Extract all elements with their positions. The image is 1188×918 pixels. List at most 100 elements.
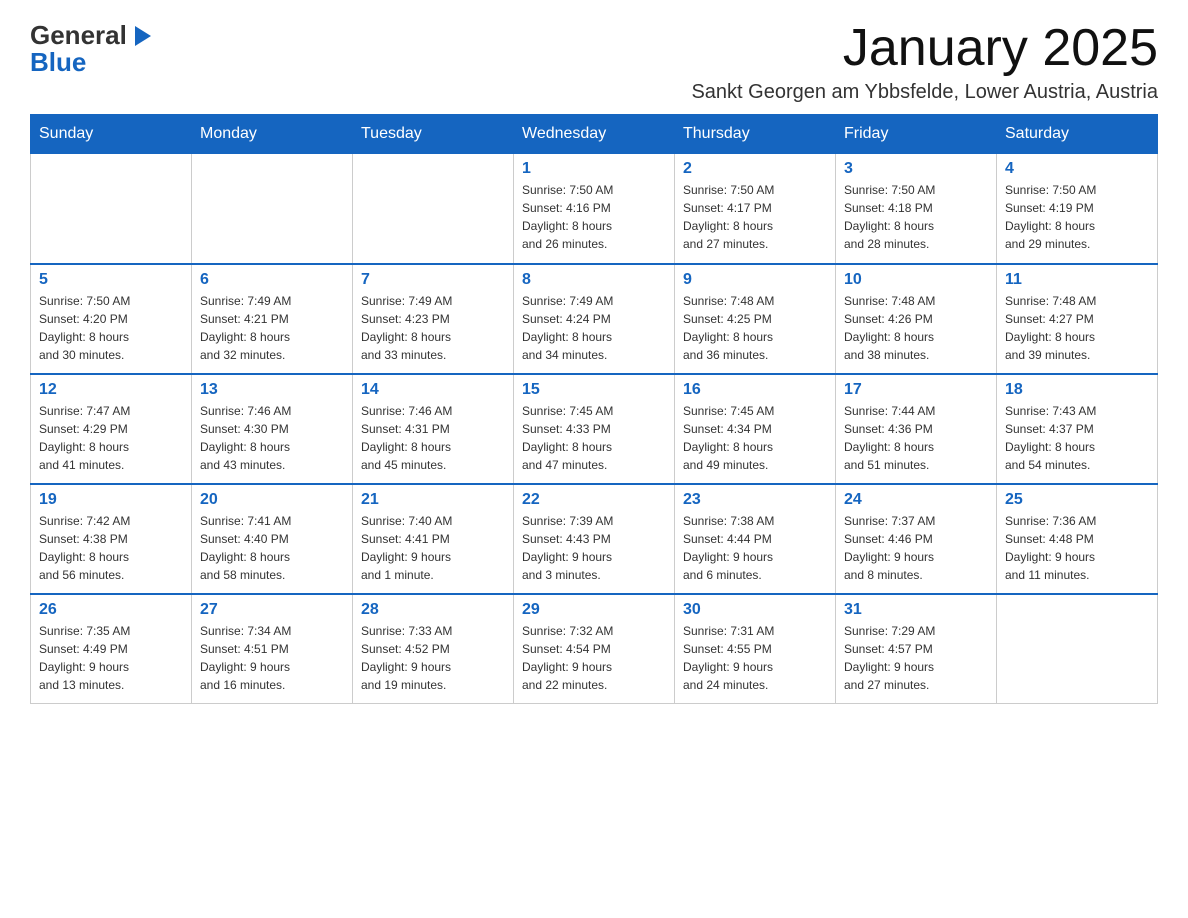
day-info: Sunrise: 7:38 AM Sunset: 4:44 PM Dayligh…: [683, 512, 827, 584]
day-number: 9: [683, 271, 827, 289]
table-row: [31, 154, 192, 264]
day-info: Sunrise: 7:46 AM Sunset: 4:31 PM Dayligh…: [361, 402, 505, 474]
day-number: 29: [522, 601, 666, 619]
day-number: 18: [1005, 381, 1149, 399]
calendar-week-1: 1 Sunrise: 7:50 AM Sunset: 4:16 PM Daylig…: [31, 154, 1158, 264]
day-info: Sunrise: 7:50 AM Sunset: 4:17 PM Dayligh…: [683, 181, 827, 253]
table-row: [353, 154, 514, 264]
day-number: 23: [683, 491, 827, 509]
table-row: 29 Sunrise: 7:32 AM Sunset: 4:54 PM Dayli…: [514, 594, 675, 704]
calendar-week-2: 5 Sunrise: 7:50 AM Sunset: 4:20 PM Daylig…: [31, 264, 1158, 374]
day-number: 8: [522, 271, 666, 289]
day-number: 26: [39, 601, 183, 619]
table-row: 15 Sunrise: 7:45 AM Sunset: 4:33 PM Dayli…: [514, 374, 675, 484]
day-info: Sunrise: 7:44 AM Sunset: 4:36 PM Dayligh…: [844, 402, 988, 474]
day-info: Sunrise: 7:48 AM Sunset: 4:25 PM Dayligh…: [683, 292, 827, 364]
day-info: Sunrise: 7:50 AM Sunset: 4:16 PM Dayligh…: [522, 181, 666, 253]
calendar-week-3: 12Sunrise: 7:47 AM Sunset: 4:29 PM Dayli…: [31, 374, 1158, 484]
day-number: 13: [200, 381, 344, 399]
day-info: Sunrise: 7:50 AM Sunset: 4:18 PM Dayligh…: [844, 181, 988, 253]
table-row: 30Sunrise: 7:31 AM Sunset: 4:55 PM Dayli…: [675, 594, 836, 704]
day-number: 20: [200, 491, 344, 509]
table-row: 22 Sunrise: 7:39 AM Sunset: 4:43 PM Dayli…: [514, 484, 675, 594]
table-row: 11 Sunrise: 7:48 AM Sunset: 4:27 PM Dayli…: [997, 264, 1158, 374]
day-info: Sunrise: 7:39 AM Sunset: 4:43 PM Dayligh…: [522, 512, 666, 584]
day-number: 5: [39, 271, 183, 289]
day-info: Sunrise: 7:49 AM Sunset: 4:21 PM Dayligh…: [200, 292, 344, 364]
table-row: 14Sunrise: 7:46 AM Sunset: 4:31 PM Dayli…: [353, 374, 514, 484]
day-info: Sunrise: 7:47 AM Sunset: 4:29 PM Dayligh…: [39, 402, 183, 474]
day-info: Sunrise: 7:45 AM Sunset: 4:33 PM Dayligh…: [522, 402, 666, 474]
day-number: 27: [200, 601, 344, 619]
table-row: 10Sunrise: 7:48 AM Sunset: 4:26 PM Dayli…: [836, 264, 997, 374]
header-wednesday: Wednesday: [514, 115, 675, 154]
table-row: 13 Sunrise: 7:46 AM Sunset: 4:30 PM Dayli…: [192, 374, 353, 484]
day-info: Sunrise: 7:34 AM Sunset: 4:51 PM Dayligh…: [200, 622, 344, 694]
header-sunday: Sunday: [31, 115, 192, 154]
day-number: 16: [683, 381, 827, 399]
day-info: Sunrise: 7:36 AM Sunset: 4:48 PM Dayligh…: [1005, 512, 1149, 584]
calendar-table: Sunday Monday Tuesday Wednesday Thursday…: [30, 114, 1158, 704]
day-number: 19: [39, 491, 183, 509]
day-info: Sunrise: 7:29 AM Sunset: 4:57 PM Dayligh…: [844, 622, 988, 694]
table-row: 20 Sunrise: 7:41 AM Sunset: 4:40 PM Dayli…: [192, 484, 353, 594]
day-number: 28: [361, 601, 505, 619]
table-row: 5 Sunrise: 7:50 AM Sunset: 4:20 PM Daylig…: [31, 264, 192, 374]
day-info: Sunrise: 7:48 AM Sunset: 4:27 PM Dayligh…: [1005, 292, 1149, 364]
table-row: 23 Sunrise: 7:38 AM Sunset: 4:44 PM Dayli…: [675, 484, 836, 594]
table-row: 6 Sunrise: 7:49 AM Sunset: 4:21 PM Daylig…: [192, 264, 353, 374]
day-number: 6: [200, 271, 344, 289]
header-friday: Friday: [836, 115, 997, 154]
table-row: 2Sunrise: 7:50 AM Sunset: 4:17 PM Daylig…: [675, 154, 836, 264]
day-number: 3: [844, 160, 988, 178]
table-row: 16Sunrise: 7:45 AM Sunset: 4:34 PM Dayli…: [675, 374, 836, 484]
day-info: Sunrise: 7:43 AM Sunset: 4:37 PM Dayligh…: [1005, 402, 1149, 474]
day-info: Sunrise: 7:33 AM Sunset: 4:52 PM Dayligh…: [361, 622, 505, 694]
day-info: Sunrise: 7:41 AM Sunset: 4:40 PM Dayligh…: [200, 512, 344, 584]
day-info: Sunrise: 7:48 AM Sunset: 4:26 PM Dayligh…: [844, 292, 988, 364]
table-row: 27 Sunrise: 7:34 AM Sunset: 4:51 PM Dayli…: [192, 594, 353, 704]
logo-blue-text: Blue: [30, 47, 86, 78]
table-row: 9 Sunrise: 7:48 AM Sunset: 4:25 PM Daylig…: [675, 264, 836, 374]
table-row: 3 Sunrise: 7:50 AM Sunset: 4:18 PM Daylig…: [836, 154, 997, 264]
table-row: [192, 154, 353, 264]
table-row: 12Sunrise: 7:47 AM Sunset: 4:29 PM Dayli…: [31, 374, 192, 484]
day-info: Sunrise: 7:50 AM Sunset: 4:19 PM Dayligh…: [1005, 181, 1149, 253]
header-thursday: Thursday: [675, 115, 836, 154]
day-number: 1: [522, 160, 666, 178]
logo-arrow-icon: [129, 22, 157, 50]
day-number: 31: [844, 601, 988, 619]
calendar-week-5: 26 Sunrise: 7:35 AM Sunset: 4:49 PM Dayli…: [31, 594, 1158, 704]
day-number: 15: [522, 381, 666, 399]
table-row: 25 Sunrise: 7:36 AM Sunset: 4:48 PM Dayli…: [997, 484, 1158, 594]
table-row: 19 Sunrise: 7:42 AM Sunset: 4:38 PM Dayli…: [31, 484, 192, 594]
day-number: 11: [1005, 271, 1149, 289]
day-info: Sunrise: 7:46 AM Sunset: 4:30 PM Dayligh…: [200, 402, 344, 474]
header-tuesday: Tuesday: [353, 115, 514, 154]
day-info: Sunrise: 7:50 AM Sunset: 4:20 PM Dayligh…: [39, 292, 183, 364]
table-row: 24 Sunrise: 7:37 AM Sunset: 4:46 PM Dayli…: [836, 484, 997, 594]
logo: General Blue: [30, 20, 157, 78]
day-number: 24: [844, 491, 988, 509]
calendar-header-row: Sunday Monday Tuesday Wednesday Thursday…: [31, 115, 1158, 154]
day-info: Sunrise: 7:49 AM Sunset: 4:24 PM Dayligh…: [522, 292, 666, 364]
table-row: 17Sunrise: 7:44 AM Sunset: 4:36 PM Dayli…: [836, 374, 997, 484]
table-row: 7Sunrise: 7:49 AM Sunset: 4:23 PM Daylig…: [353, 264, 514, 374]
calendar-week-4: 19 Sunrise: 7:42 AM Sunset: 4:38 PM Dayli…: [31, 484, 1158, 594]
title-block: January 2025 Sankt Georgen am Ybbsfelde,…: [691, 20, 1158, 104]
day-number: 4: [1005, 160, 1149, 178]
table-row: 21Sunrise: 7:40 AM Sunset: 4:41 PM Dayli…: [353, 484, 514, 594]
table-row: 1 Sunrise: 7:50 AM Sunset: 4:16 PM Daylig…: [514, 154, 675, 264]
table-row: 28 Sunrise: 7:33 AM Sunset: 4:52 PM Dayli…: [353, 594, 514, 704]
day-info: Sunrise: 7:35 AM Sunset: 4:49 PM Dayligh…: [39, 622, 183, 694]
day-number: 30: [683, 601, 827, 619]
page-header: General Blue January 2025 Sankt Georgen …: [30, 20, 1158, 104]
day-number: 25: [1005, 491, 1149, 509]
day-info: Sunrise: 7:32 AM Sunset: 4:54 PM Dayligh…: [522, 622, 666, 694]
header-saturday: Saturday: [997, 115, 1158, 154]
day-info: Sunrise: 7:37 AM Sunset: 4:46 PM Dayligh…: [844, 512, 988, 584]
day-number: 22: [522, 491, 666, 509]
table-row: [997, 594, 1158, 704]
day-info: Sunrise: 7:42 AM Sunset: 4:38 PM Dayligh…: [39, 512, 183, 584]
location-subtitle: Sankt Georgen am Ybbsfelde, Lower Austri…: [691, 81, 1158, 104]
